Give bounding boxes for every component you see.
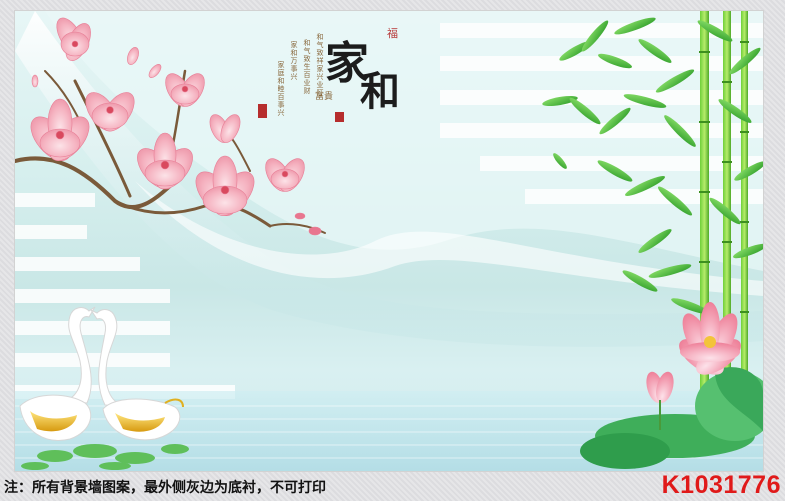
poem-line-4: 家庭和睦百事兴 [277, 61, 285, 117]
red-seal-stamp-small [258, 104, 267, 118]
calligraphy-title-he: 和 [360, 68, 400, 115]
product-code: K1031776 [661, 471, 781, 499]
calligraphy-fu-char: 福 [387, 27, 398, 40]
print-note-caption: 注：所有背景墙图案，最外侧灰边为底衬，不可打印 [4, 480, 326, 496]
wallpaper-mural: 家 和 福 富貴 和气致祥家兴业旺 和气致生百业财 家和万事兴 家庭和睦百事兴 [15, 11, 763, 471]
poem-line-2: 和气致生百业财 [303, 39, 311, 95]
poem-line-3: 家和万事兴 [290, 41, 298, 81]
poem-line-1: 和气致祥家兴业旺 [316, 33, 324, 97]
red-seal-stamp [335, 112, 344, 122]
